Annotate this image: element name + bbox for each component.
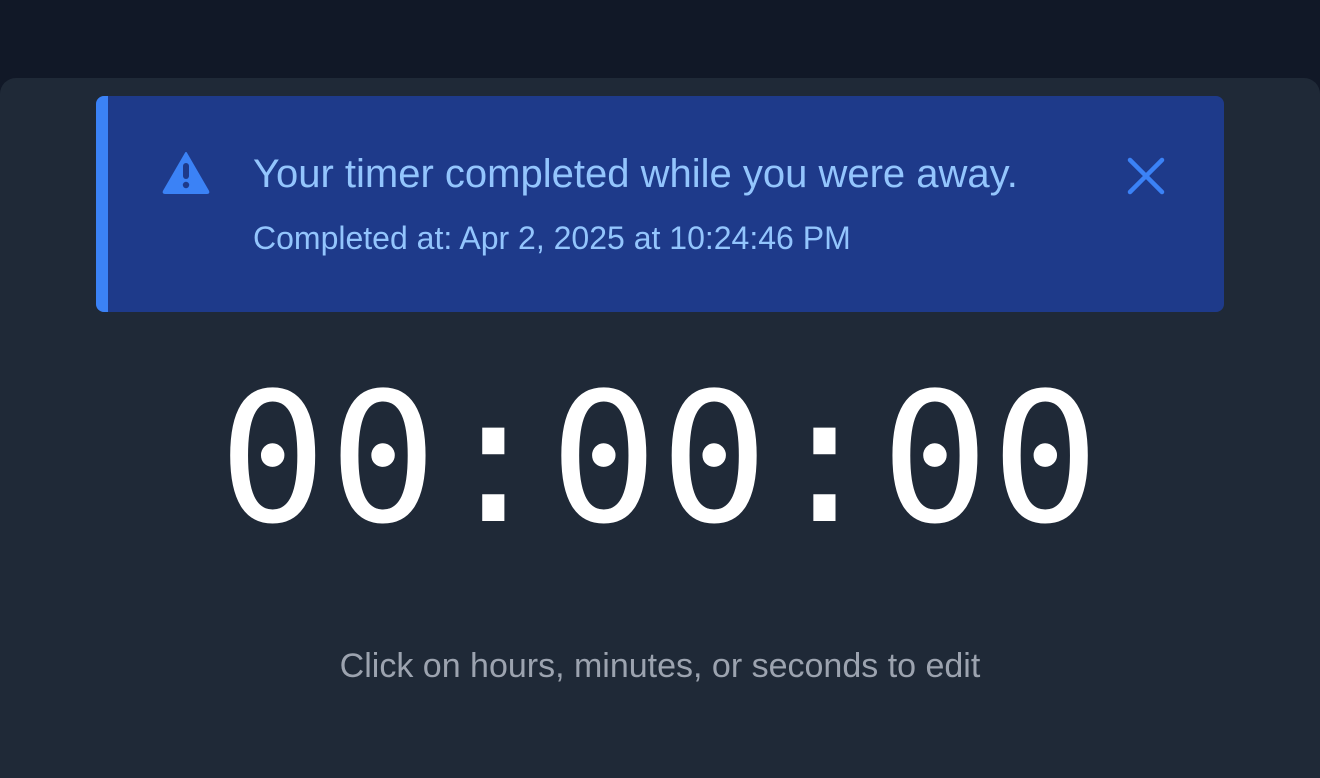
alert-accent-bar [96, 96, 108, 312]
timer-separator: : [770, 355, 881, 564]
timer-minutes[interactable]: 00 [550, 355, 771, 564]
warning-icon [162, 151, 210, 195]
alert-title: Your timer completed while you were away… [253, 152, 1018, 196]
timer-seconds[interactable]: 00 [881, 355, 1102, 564]
close-icon[interactable] [1122, 152, 1170, 200]
timer-display: 00:00:00 [0, 360, 1320, 560]
edit-hint: Click on hours, minutes, or seconds to e… [339, 647, 981, 685]
timer-separator: : [439, 355, 550, 564]
timer-hours[interactable]: 00 [219, 355, 440, 564]
alert-completed-time: Completed at: Apr 2, 2025 at 10:24:46 PM [253, 220, 851, 256]
timer-completed-alert: Your timer completed while you were away… [96, 96, 1224, 312]
